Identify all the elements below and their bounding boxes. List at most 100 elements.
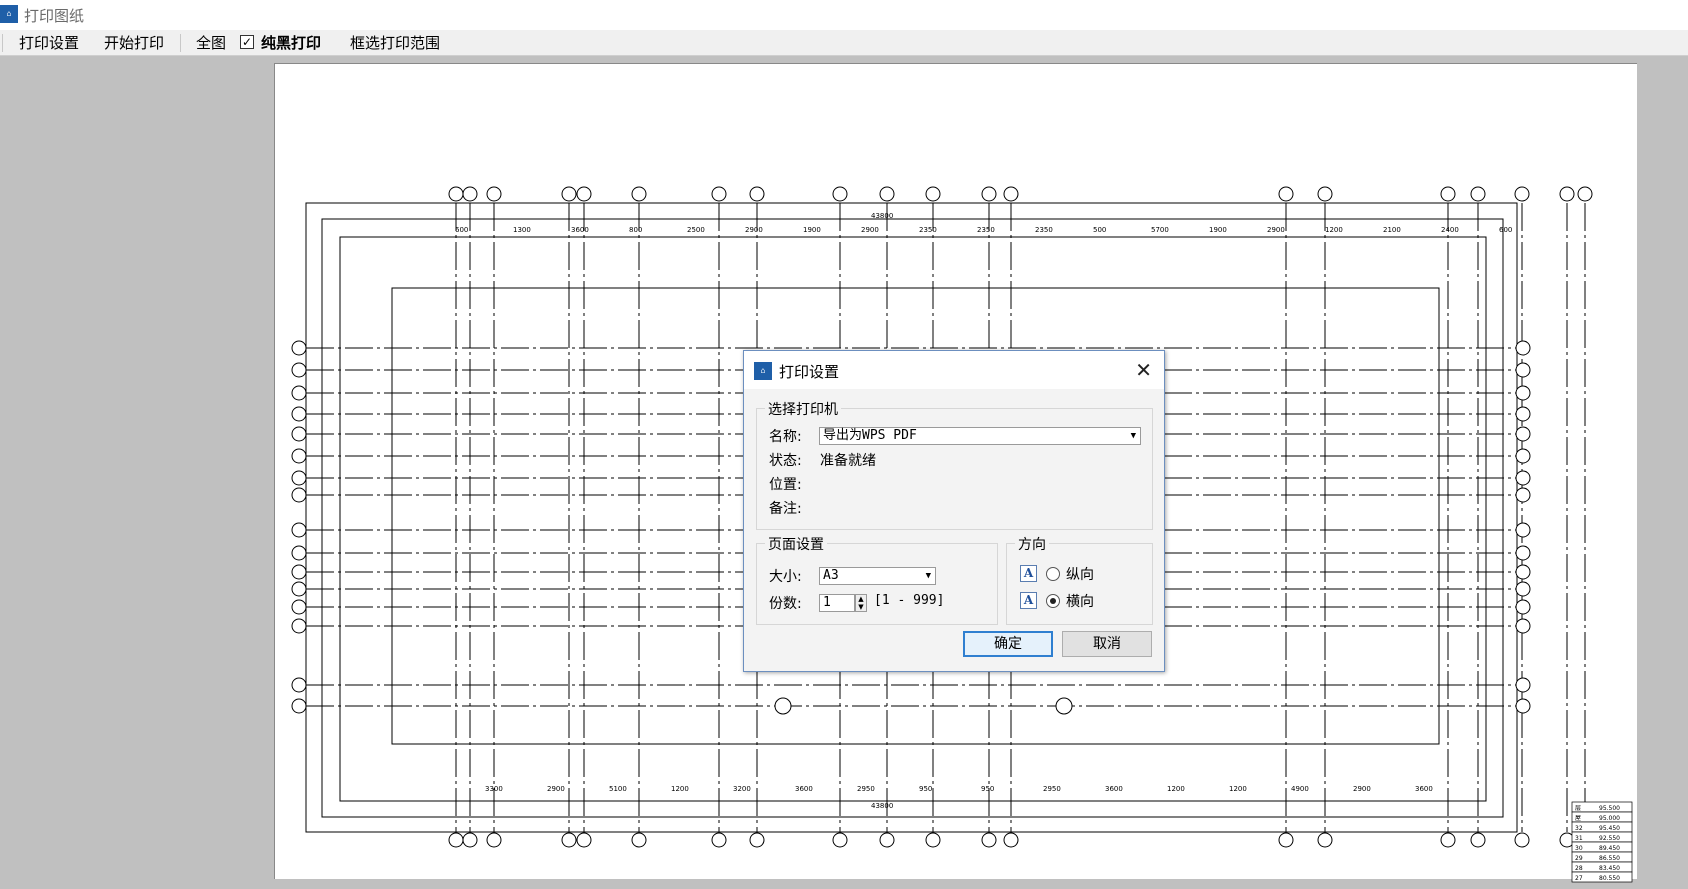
size-label: 大小:	[769, 569, 802, 585]
toolbar-separator	[180, 34, 181, 52]
dialog-header: ⌂ 打印设置 ✕	[744, 351, 1164, 389]
dimension-label: 5700	[1151, 226, 1169, 234]
table-cell: 30	[1575, 845, 1583, 852]
axis-bubble	[1515, 362, 1531, 378]
axis-bubble	[1577, 186, 1593, 202]
copies-stepper[interactable]: ▲ ▼	[855, 594, 867, 612]
axis-bubble	[561, 832, 577, 848]
dimension-label: 1900	[803, 226, 821, 234]
axis-bubble	[1317, 186, 1333, 202]
portrait-label[interactable]: 纵向	[1066, 564, 1094, 584]
axis-bubble	[1278, 186, 1294, 202]
axis-bubble	[1515, 487, 1531, 503]
paper-size-value: A3	[823, 568, 839, 583]
copies-range: [1 - 999]	[874, 593, 945, 608]
axis-bubble	[1515, 599, 1531, 615]
dimension-label: 2950	[857, 785, 875, 793]
comment-label: 备注:	[769, 501, 802, 517]
dimension-label: 1900	[1209, 226, 1227, 234]
axis-bubble	[1003, 832, 1019, 848]
full-view-button[interactable]: 全图	[196, 33, 226, 53]
dimension-total: 43800	[871, 212, 893, 220]
portrait-radio[interactable]	[1046, 567, 1060, 581]
pure-black-label[interactable]: 纯黑打印	[261, 33, 321, 53]
table-cell: 31	[1575, 835, 1583, 842]
axis-bubble	[1559, 186, 1575, 202]
table-cell: 27	[1575, 875, 1583, 882]
axis-bubble	[291, 677, 307, 693]
axis-bubble	[291, 522, 307, 538]
table-cell: 83.450	[1599, 865, 1620, 872]
axis-bubble	[879, 186, 895, 202]
dimension-label: 4900	[1291, 785, 1309, 793]
dimension-label: 2350	[919, 226, 937, 234]
ok-button[interactable]: 确定	[963, 631, 1053, 657]
axis-bubble	[1515, 618, 1531, 634]
landscape-icon: A	[1020, 592, 1037, 609]
axis-bubble	[1278, 832, 1294, 848]
dimension-label: 500	[1093, 226, 1106, 234]
dimension-label: 950	[981, 785, 994, 793]
table-cell: 屋	[1575, 815, 1581, 822]
axis-bubble	[1515, 545, 1531, 561]
axis-bubble	[448, 832, 464, 848]
title-bar: ⌂ 打印图纸	[0, 0, 1688, 30]
dimension-label: 2900	[861, 226, 879, 234]
dimension-label: 600	[455, 226, 468, 234]
section-mark	[774, 697, 792, 715]
axis-bubble	[925, 832, 941, 848]
table-cell: 95.000	[1599, 815, 1620, 822]
axis-bubble	[1515, 426, 1531, 442]
axis-bubble	[291, 362, 307, 378]
paper-size-select[interactable]: A3 ▼	[819, 567, 936, 585]
dimension-label: 2350	[1035, 226, 1053, 234]
axis-bubble	[291, 698, 307, 714]
axis-bubble	[631, 832, 647, 848]
dimension-label: 5100	[609, 785, 627, 793]
axis-bubble	[832, 186, 848, 202]
axis-bubble	[1515, 698, 1531, 714]
printer-name-select[interactable]: 导出为WPS PDF ▼	[819, 427, 1141, 445]
table-cell: 86.550	[1599, 855, 1620, 862]
print-settings-button[interactable]: 打印设置	[19, 33, 79, 53]
toolbar: 打印设置 开始打印 全图 ✓ 纯黑打印 框选打印范围	[0, 30, 1688, 56]
dimension-label: 800	[629, 226, 642, 234]
table-cell: 层	[1575, 805, 1581, 812]
axis-bubble	[291, 385, 307, 401]
copies-label: 份数:	[769, 596, 802, 612]
elevation-table: 层 95.500 屋 95.000 32 95.450 31 92.550 30 89.450 29…	[1571, 801, 1633, 883]
axis-bubble	[291, 340, 307, 356]
table-cell: 29	[1575, 855, 1583, 862]
axis-bubble	[1515, 385, 1531, 401]
dimension-label: 2900	[745, 226, 763, 234]
axis-bubble	[1515, 406, 1531, 422]
cancel-button[interactable]: 取消	[1062, 631, 1152, 657]
axis-bubble	[576, 186, 592, 202]
dimension-label: 2950	[1043, 785, 1061, 793]
axis-bubble	[486, 186, 502, 202]
printer-name-label: 名称:	[769, 429, 802, 445]
close-icon[interactable]: ✕	[1135, 358, 1152, 382]
axis-bubble	[291, 487, 307, 503]
axis-bubble	[1515, 677, 1531, 693]
axis-bubble	[561, 186, 577, 202]
axis-bubble	[1515, 581, 1531, 597]
dimension-label: 600	[1499, 226, 1512, 234]
start-print-button[interactable]: 开始打印	[104, 33, 164, 53]
pure-black-checkbox[interactable]: ✓	[240, 35, 254, 49]
status-value: 准备就绪	[820, 453, 876, 469]
copies-value: 1	[823, 595, 831, 610]
landscape-radio[interactable]	[1046, 594, 1060, 608]
copies-input[interactable]: 1	[819, 594, 855, 612]
axis-bubble	[462, 832, 478, 848]
select-print-range-button[interactable]: 框选打印范围	[350, 33, 440, 53]
dimension-label: 3600	[1105, 785, 1123, 793]
toolbar-separator	[2, 34, 3, 52]
table-cell: 28	[1575, 865, 1583, 872]
axis-bubble	[486, 832, 502, 848]
dimension-label: 2350	[977, 226, 995, 234]
printer-name-value: 导出为WPS PDF	[823, 428, 917, 443]
landscape-label[interactable]: 横向	[1066, 591, 1094, 611]
dimension-label: 3200	[733, 785, 751, 793]
dimension-label: 2500	[687, 226, 705, 234]
